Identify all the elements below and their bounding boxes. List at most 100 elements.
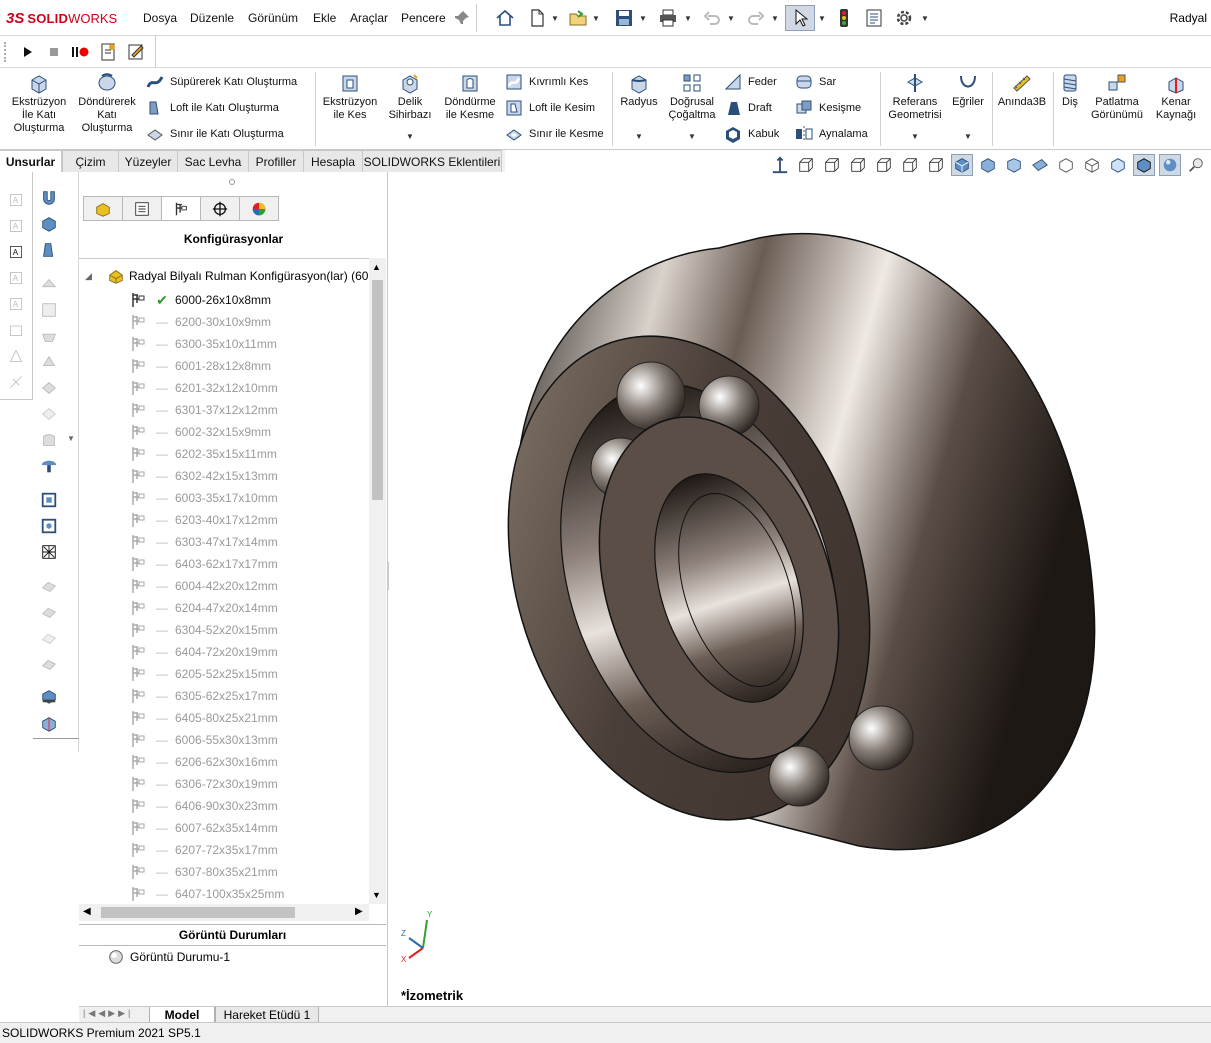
extruded-cut-button[interactable]: Ekstrüzyon ile Kes <box>318 72 382 122</box>
intersect-button[interactable]: Kesişme <box>795 99 861 117</box>
chevron-down-icon[interactable]: ▼ <box>688 132 696 141</box>
plane-icon[interactable] <box>39 300 59 320</box>
shell-button[interactable]: Kabuk <box>724 125 779 143</box>
open-folder-icon[interactable] <box>566 6 590 30</box>
wireframe-icon[interactable] <box>1081 154 1103 176</box>
configuration-item[interactable]: — 6405-80x25x21mm <box>129 707 278 729</box>
smart-dimension-icon[interactable]: A <box>6 190 26 210</box>
configuration-item[interactable]: — 6207-72x35x17mm <box>129 839 278 861</box>
thicken-icon[interactable] <box>39 516 59 536</box>
configuration-item[interactable]: — 6407-100x35x25mm <box>129 883 284 904</box>
single-view-icon[interactable] <box>1055 154 1077 176</box>
configuration-item[interactable]: — 6306-72x30x19mm <box>129 773 278 795</box>
chevron-down-icon[interactable]: ▼ <box>818 14 826 23</box>
configuration-item[interactable]: — 6202-35x15x11mm <box>129 443 277 465</box>
home-icon[interactable] <box>493 6 517 30</box>
graphics-area[interactable]: Y X Z *İzometrik <box>389 178 1211 1006</box>
rib-button[interactable]: Feder <box>724 73 777 91</box>
configuration-item[interactable]: — 6203-40x17x12mm <box>129 509 278 531</box>
configuration-item[interactable]: — 6200-30x10x9mm <box>129 311 271 333</box>
configuration-item[interactable]: — 6004-42x20x12mm <box>129 575 278 597</box>
save-icon[interactable] <box>612 6 636 30</box>
magnet-icon[interactable] <box>39 188 59 208</box>
dimetric-view-icon[interactable] <box>1003 154 1025 176</box>
configuration-item[interactable]: — 6205-52x25x15mm <box>129 663 278 685</box>
reference-geometry-button[interactable]: Referans Geometrisi <box>884 72 946 122</box>
linear-pattern-button[interactable]: Doğrusal Çoğaltma <box>664 72 720 122</box>
configuration-item[interactable]: — 6002-32x15x9mm <box>129 421 271 443</box>
boundary-boss-button[interactable]: Sınır ile Katı Oluşturma <box>146 125 284 143</box>
vertical-scrollbar[interactable]: ▲ ▼ <box>369 258 386 904</box>
configuration-item[interactable]: — 6403-62x17x17mm <box>129 553 278 575</box>
configuration-item[interactable]: — 6303-47x17x14mm <box>129 531 278 553</box>
view-settings-icon[interactable] <box>1185 154 1207 176</box>
offset-surface-icon[interactable] <box>39 490 59 510</box>
new-macro-icon[interactable] <box>96 40 120 64</box>
chevron-down-icon[interactable]: ▼ <box>727 14 735 23</box>
back-view-icon[interactable] <box>821 154 843 176</box>
solidworks-logo[interactable]: 3S SOLID WORKS <box>6 9 117 27</box>
revolved-cut-button[interactable]: Döndürme ile Kesme <box>440 72 500 122</box>
configuration-item[interactable]: — 6304-52x20x15mm <box>129 619 278 641</box>
chevron-down-icon[interactable]: ▼ <box>684 14 692 23</box>
surface-icon[interactable] <box>39 404 59 424</box>
scroll-left-arrow[interactable]: ◀ <box>83 906 91 917</box>
configuration-item[interactable]: — 6003-35x17x10mm <box>129 487 278 509</box>
chevron-down-icon[interactable]: ▼ <box>67 434 75 443</box>
dimxpert-manager-tab[interactable] <box>200 196 240 221</box>
stop-macro-icon[interactable] <box>42 40 66 64</box>
weld-symbol-icon[interactable] <box>6 346 26 366</box>
menu-tools[interactable]: Araçlar <box>350 11 388 25</box>
left-view-icon[interactable] <box>847 154 869 176</box>
tab-sketch[interactable]: Çizim <box>62 150 119 172</box>
chevron-down-icon[interactable]: ▼ <box>635 132 643 141</box>
menu-edit[interactable]: Düzenle <box>190 11 234 25</box>
lofted-cut-button[interactable]: Loft ile Kesim <box>505 99 595 117</box>
thread-button[interactable]: Diş <box>1056 72 1084 109</box>
configuration-item[interactable]: — 6006-55x30x13mm <box>129 729 278 751</box>
tab-surfaces[interactable]: Yüzeyler <box>118 150 178 172</box>
configuration-item[interactable]: — 6201-32x12x10mm <box>129 377 278 399</box>
extruded-boss-button[interactable]: Ekstrüzyon İle Katı Oluşturma <box>6 72 72 135</box>
scroll-down-arrow[interactable]: ▼ <box>372 890 381 900</box>
top-view-icon[interactable] <box>899 154 921 176</box>
configuration-item[interactable]: — 6301-37x12x12mm <box>129 399 278 421</box>
rebuild-traffic-light-icon[interactable] <box>832 6 856 30</box>
datum-icon[interactable]: A <box>6 294 26 314</box>
feature-manager-tab[interactable] <box>83 196 123 221</box>
curves-button[interactable]: Eğriler <box>948 72 988 109</box>
right-view-icon[interactable] <box>873 154 895 176</box>
extruded-boss-icon[interactable] <box>39 214 59 234</box>
normal-to-icon[interactable] <box>1029 154 1051 176</box>
swept-boss-button[interactable]: Süpürerek Katı Oluşturma <box>146 73 297 91</box>
tab-sheet-metal[interactable]: Sac Levha <box>177 150 249 172</box>
chevron-down-icon[interactable]: ▼ <box>964 132 972 141</box>
mushroom-surface-icon[interactable] <box>39 456 59 476</box>
gear-icon[interactable] <box>892 6 916 30</box>
note-icon[interactable]: A <box>6 216 26 236</box>
tab-weldments[interactable]: Profiller <box>248 150 304 172</box>
realview-sphere-icon[interactable] <box>1159 154 1181 176</box>
configuration-item[interactable]: — 6404-72x20x19mm <box>129 641 278 663</box>
menu-view[interactable]: Görünüm <box>248 11 298 25</box>
draft-button[interactable]: Draft <box>724 99 772 117</box>
chevron-down-icon[interactable]: ▼ <box>592 14 600 23</box>
chevron-down-icon[interactable]: ▼ <box>639 14 647 23</box>
menu-window[interactable]: Pencere <box>401 11 446 25</box>
surface-icon[interactable] <box>39 602 59 622</box>
panel-grip[interactable] <box>229 179 235 185</box>
hole-callout-icon[interactable] <box>6 372 26 392</box>
weld-bead-button[interactable]: Kenar Kaynağı <box>1150 72 1202 122</box>
tab-model[interactable]: Model <box>149 1007 215 1023</box>
text-annotation-icon[interactable]: A <box>6 242 26 262</box>
chevron-down-icon[interactable]: ▼ <box>911 132 919 141</box>
instant3d-button[interactable]: Anında3B <box>996 72 1048 109</box>
isometric-view-icon[interactable] <box>951 154 973 176</box>
scroll-up-arrow[interactable]: ▲ <box>372 262 381 272</box>
configuration-item[interactable]: — 6300-35x10x11mm <box>129 333 277 355</box>
lofted-boss-button[interactable]: Loft ile Katı Oluşturma <box>146 99 279 117</box>
pause-record-macro-icon[interactable] <box>68 40 92 64</box>
split-body-icon[interactable] <box>39 714 59 734</box>
surface-icon[interactable] <box>39 352 59 372</box>
configuration-item[interactable]: — 6305-62x25x17mm <box>129 685 278 707</box>
